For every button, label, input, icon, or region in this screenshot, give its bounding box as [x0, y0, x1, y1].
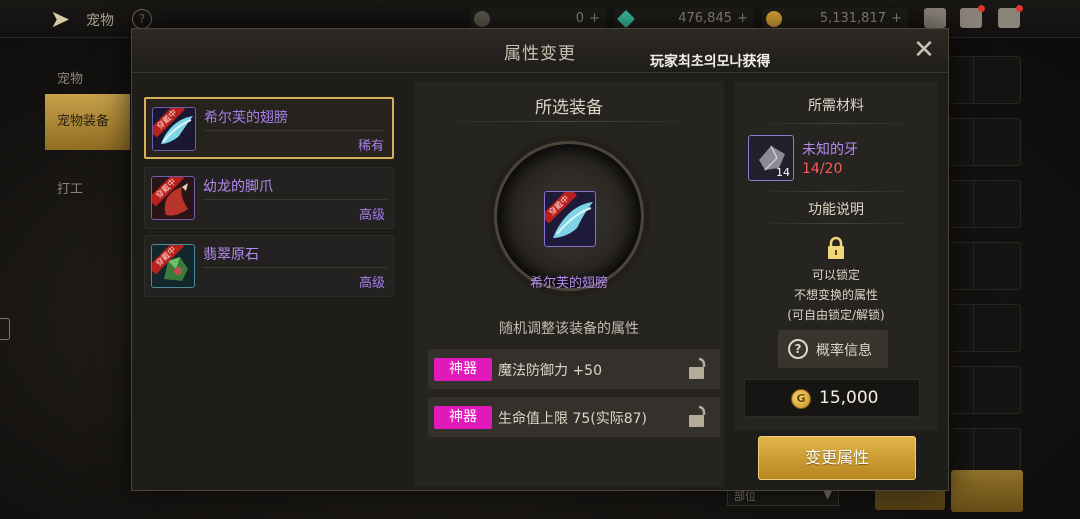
inventory-slot[interactable] [973, 56, 1021, 104]
list-item[interactable]: 穿戴中 幼龙的脚爪 高级 [144, 167, 394, 229]
attribute-text: 魔法防御力 +50 [498, 363, 602, 379]
notification-dot [1016, 5, 1023, 12]
divider [754, 123, 918, 124]
gold-coin-icon: G [791, 389, 811, 409]
materials-heading: 所需材料 [808, 98, 864, 114]
list-item[interactable]: 穿戴中 希尔芙的翅膀 稀有 [144, 97, 394, 159]
dialog-title: 属性变更 [504, 44, 576, 64]
attribute-text: 生命值上限 75(实际87) [498, 411, 648, 427]
divider [754, 191, 918, 192]
wing-icon[interactable]: 穿戴中 [544, 191, 596, 247]
attribute-row[interactable]: 神器 魔法防御力 +50 [428, 349, 720, 389]
currency-crystal-value: 0 [575, 11, 584, 26]
item-name: 希尔芙的翅膀 [204, 110, 288, 126]
attribute-grade-badge: 神器 [434, 358, 492, 381]
divider [754, 223, 918, 224]
divider [203, 199, 387, 200]
page-title: 宠物 [86, 13, 114, 29]
probability-info-label: 概率信息 [816, 343, 872, 359]
question-circle-icon: ? [788, 339, 808, 359]
chat-icon[interactable] [998, 5, 1023, 28]
claw-icon: 穿戴中 [151, 176, 195, 220]
back-arrow-icon[interactable]: ➤ [50, 6, 80, 32]
sidebar-item-work[interactable]: 打工 [45, 162, 130, 218]
inventory-grid [945, 38, 1080, 519]
inventory-slot[interactable] [973, 428, 1021, 476]
sidebar-item-label: 宠物 [57, 72, 84, 87]
notification-dot [978, 5, 985, 12]
description-text: 随机调整该装备的属性 [499, 321, 639, 337]
material-count: 14 [776, 166, 790, 179]
divider [203, 267, 387, 268]
currency-gold-value: 5,131,817 [819, 11, 886, 26]
section-heading: 所选装备 [535, 98, 603, 118]
function-line: 可以锁定 [811, 268, 860, 282]
inventory-slot[interactable] [973, 366, 1021, 414]
gemstone-icon: 穿戴中 [151, 244, 195, 288]
part-select-label: 部位 [734, 490, 756, 503]
cost-display: G 15,000 [744, 379, 920, 417]
selected-equipment-panel: 所选装备 穿戴中 希尔芙的翅膀 随机调整该装备的属性 神器 魔法防御力 +50 … [414, 81, 724, 487]
divider [430, 121, 708, 122]
item-grade: 稀有 [357, 139, 384, 154]
dialog-header: 属性变更 玩家최초의모나获得 ✕ [132, 29, 948, 73]
plus-icon[interactable]: + [891, 8, 902, 30]
unlock-icon[interactable] [688, 405, 710, 429]
sidebar-item-pet-equipment[interactable]: 宠物装备 [45, 94, 130, 150]
background-change-button[interactable] [951, 470, 1023, 512]
wing-icon: 穿戴中 [152, 107, 196, 151]
side-handle[interactable] [0, 318, 10, 340]
material-name: 未知的牙 [802, 142, 858, 158]
function-line: 不想变换的属性 [793, 288, 878, 302]
function-heading: 功能说明 [808, 202, 864, 218]
item-grade: 高级 [358, 276, 385, 291]
selected-item-name: 希尔芙的翅膀 [529, 276, 608, 291]
attribute-change-dialog: 属性变更 玩家최초의모나获得 ✕ 穿戴中 希尔芙的翅膀 稀有 穿戴中 幼龙的脚爪… [131, 28, 949, 491]
question-circle-icon[interactable]: ? [132, 9, 152, 29]
function-line: (可自由锁定/解锁) [787, 308, 885, 322]
lock-icon [828, 236, 844, 259]
plus-icon[interactable]: + [589, 8, 600, 30]
dialog-subtitle: 玩家최초의모나获得 [650, 54, 771, 70]
plus-icon[interactable]: + [737, 8, 748, 30]
item-grade: 高级 [358, 208, 385, 223]
currency-gem-value: 476,845 [678, 11, 732, 26]
currency-gold[interactable]: 5,131,817 + [762, 8, 908, 30]
material-quantity: 14/20 [802, 161, 843, 177]
list-item[interactable]: 穿戴中 翡翠原石 高级 [144, 235, 394, 297]
unlock-icon[interactable] [688, 357, 710, 381]
gold-coin-icon [766, 11, 782, 27]
inventory-slot[interactable] [973, 180, 1021, 228]
inventory-slot[interactable] [973, 242, 1021, 290]
currency-gem[interactable]: 476,845 + [614, 8, 754, 30]
attribute-row[interactable]: 神器 生命值上限 75(实际87) [428, 397, 720, 437]
close-icon[interactable]: ✕ [912, 37, 936, 63]
inventory-slot[interactable] [973, 304, 1021, 352]
currency-crystal[interactable]: 0 + [470, 8, 606, 30]
item-name: 翡翠原石 [203, 247, 259, 263]
green-gem-icon [616, 9, 636, 29]
probability-info-button[interactable]: ? 概率信息 [778, 330, 888, 368]
cost-value: 15,000 [819, 388, 879, 408]
change-attribute-button[interactable]: 变更属性 [758, 436, 916, 480]
sidebar: 宠物 宠物装备 打工 [0, 38, 130, 519]
sidebar-item-label: 宠物装备 [57, 114, 110, 129]
fang-icon[interactable]: 14 [748, 135, 794, 181]
sidebar-item-label: 打工 [57, 182, 84, 197]
divider [204, 130, 386, 131]
crystal-icon [474, 11, 490, 27]
item-name: 幼龙的脚爪 [203, 179, 273, 195]
inventory-slot[interactable] [973, 118, 1021, 166]
attribute-grade-badge: 神器 [434, 406, 492, 429]
mail-icon[interactable] [960, 5, 985, 28]
house-icon[interactable] [924, 8, 946, 28]
